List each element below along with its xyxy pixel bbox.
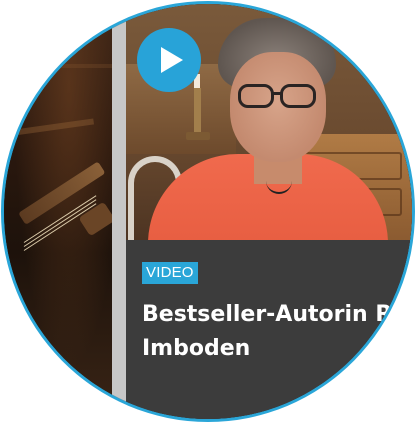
play-icon [160, 47, 183, 73]
glasses-lens-right [280, 84, 316, 108]
glasses-bridge [273, 92, 281, 95]
card-gap [112, 4, 126, 419]
video-title-line2: Imboden [142, 336, 251, 361]
video-caption[interactable]: VIDEO Bestseller-Autorin R Imboden [126, 240, 412, 419]
video-title-line1: Bestseller-Autorin R [142, 302, 393, 327]
wood-beam [13, 118, 95, 136]
video-badge: VIDEO [142, 262, 198, 284]
play-button[interactable] [137, 28, 201, 92]
wood-beam [4, 64, 112, 68]
video-title[interactable]: Bestseller-Autorin R Imboden [142, 298, 412, 366]
left-background-photo [4, 4, 116, 419]
magnifier-lens: VIDEO Bestseller-Autorin R Imboden [1, 1, 415, 422]
glasses-lens-left [238, 84, 274, 108]
video-teaser-card[interactable]: VIDEO Bestseller-Autorin R Imboden [126, 4, 412, 419]
video-thumbnail[interactable] [126, 4, 412, 240]
